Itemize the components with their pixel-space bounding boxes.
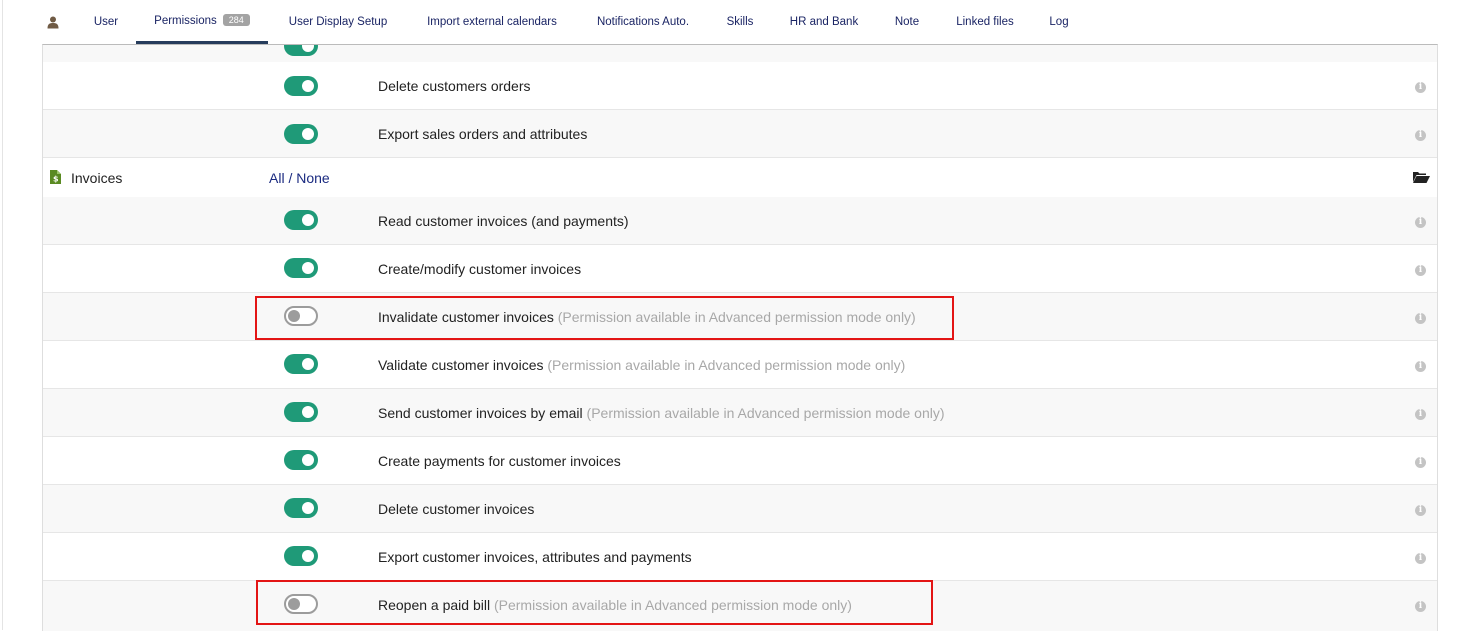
permission-label: Validate customer invoices (Permission a… <box>378 357 905 373</box>
permission-toggle[interactable] <box>284 354 318 374</box>
permission-mode-note: (Permission available in Advanced permis… <box>557 309 916 325</box>
user-avatar-icon[interactable] <box>40 0 66 44</box>
tab-user-label: User <box>93 16 119 28</box>
tab-notifications-auto-label: Notifications Auto. <box>596 16 690 28</box>
permission-label-text: Reopen a paid bill <box>378 597 491 613</box>
tab-user-display-setup[interactable]: User Display Setup <box>277 0 399 44</box>
permission-row: Reopen a paid bill (Permission available… <box>43 581 1437 631</box>
all-none-selector: All / None <box>269 170 330 186</box>
info-icon[interactable]: i <box>1415 130 1426 141</box>
invoice-file-icon: $ <box>50 170 61 184</box>
permission-label: Export sales orders and attributes <box>378 126 588 142</box>
permission-label-text: Invalidate customer invoices <box>378 309 554 325</box>
permission-toggle[interactable] <box>284 402 318 422</box>
permission-row: Create payments for customer invoices i <box>43 437 1437 485</box>
permission-toggle[interactable] <box>284 258 318 278</box>
permission-label: Send customer invoices by email (Permiss… <box>378 405 945 421</box>
info-icon[interactable]: i <box>1415 361 1426 372</box>
permission-row: Validate customer invoices (Permission a… <box>43 341 1437 389</box>
info-icon[interactable]: i <box>1415 553 1426 564</box>
tab-skills[interactable]: Skills <box>714 0 766 44</box>
tab-user-display-setup-label: User Display Setup <box>288 16 388 28</box>
tab-note[interactable]: Note <box>884 0 930 44</box>
select-none-link[interactable]: None <box>296 170 329 186</box>
permission-toggle[interactable] <box>284 450 318 470</box>
permission-toggle[interactable] <box>284 124 318 144</box>
permission-toggle-disabled[interactable] <box>284 306 318 326</box>
table-row <box>43 45 1437 63</box>
permission-row: Read customer invoices (and payments) i <box>43 197 1437 245</box>
info-icon[interactable]: i <box>1415 217 1426 228</box>
permission-row: Create/modify customer invoices i <box>43 245 1437 293</box>
tab-hr-and-bank[interactable]: HR and Bank <box>778 0 870 44</box>
permissions-table: Delete customers orders i Export sales o… <box>42 44 1438 631</box>
permission-toggle[interactable] <box>284 210 318 230</box>
tab-skills-label: Skills <box>726 16 754 28</box>
tab-bar: User Permissions 284 User Display Setup I… <box>0 0 1465 44</box>
permissions-count-badge: 284 <box>222 13 250 26</box>
permission-row: Invalidate customer invoices (Permission… <box>43 293 1437 341</box>
user-icon <box>47 16 59 28</box>
permission-row: Send customer invoices by email (Permiss… <box>43 389 1437 437</box>
tab-notifications-auto[interactable]: Notifications Auto. <box>583 0 703 44</box>
permission-row: Export sales orders and attributes i <box>43 110 1437 158</box>
permission-label-text: Send customer invoices by email <box>378 405 583 421</box>
permission-label: Export customer invoices, attributes and… <box>378 549 692 565</box>
info-icon[interactable]: i <box>1415 313 1426 324</box>
info-icon[interactable]: i <box>1415 601 1426 612</box>
permission-toggle[interactable] <box>284 498 318 518</box>
permission-label: Invalidate customer invoices (Permission… <box>378 309 916 325</box>
permission-label: Read customer invoices (and payments) <box>378 213 629 229</box>
info-icon[interactable]: i <box>1415 457 1426 468</box>
permission-mode-note: (Permission available in Advanced permis… <box>547 357 906 373</box>
folder-open-icon[interactable] <box>1413 171 1430 183</box>
tab-log-label: Log <box>1049 16 1069 28</box>
permission-row: Delete customers orders i <box>43 62 1437 110</box>
info-icon[interactable]: i <box>1415 409 1426 420</box>
permission-row: Export customer invoices, attributes and… <box>43 533 1437 581</box>
page-left-border <box>2 0 3 630</box>
tab-import-external-calendars[interactable]: Import external calendars <box>413 0 571 44</box>
permission-row: Delete customer invoices i <box>43 485 1437 533</box>
tab-note-label: Note <box>894 16 920 28</box>
tab-log[interactable]: Log <box>1039 0 1079 44</box>
permission-toggle[interactable] <box>284 76 318 96</box>
tab-permissions-label: Permissions <box>154 14 217 27</box>
tab-permissions[interactable]: Permissions 284 <box>136 0 268 44</box>
permission-label: Create payments for customer invoices <box>378 453 621 469</box>
tab-user[interactable]: User <box>84 0 128 44</box>
permission-label: Reopen a paid bill (Permission available… <box>378 597 852 613</box>
info-icon[interactable]: i <box>1415 82 1426 93</box>
tab-hr-and-bank-label: HR and Bank <box>789 16 859 28</box>
tab-import-external-calendars-label: Import external calendars <box>427 16 557 28</box>
permission-toggle[interactable] <box>284 546 318 566</box>
tab-linked-files-label: Linked files <box>956 16 1014 28</box>
permission-mode-note: (Permission available in Advanced permis… <box>586 405 945 421</box>
permission-toggle-disabled[interactable] <box>284 594 318 614</box>
permission-label: Delete customers orders <box>378 78 531 94</box>
permission-mode-note: (Permission available in Advanced permis… <box>493 597 852 613</box>
permission-toggle[interactable] <box>284 45 318 56</box>
permission-label: Delete customer invoices <box>378 501 535 517</box>
tab-linked-files[interactable]: Linked files <box>944 0 1026 44</box>
permission-label: Create/modify customer invoices <box>378 261 582 277</box>
group-header-invoices: $ Invoices All / None <box>43 158 1437 198</box>
permission-label-text: Validate customer invoices <box>378 357 544 373</box>
separator: / <box>288 170 293 186</box>
group-name: Invoices <box>71 170 123 186</box>
svg-text:$: $ <box>53 175 59 184</box>
info-icon[interactable]: i <box>1415 265 1426 276</box>
select-all-link[interactable]: All <box>269 170 285 186</box>
info-icon[interactable]: i <box>1415 505 1426 516</box>
